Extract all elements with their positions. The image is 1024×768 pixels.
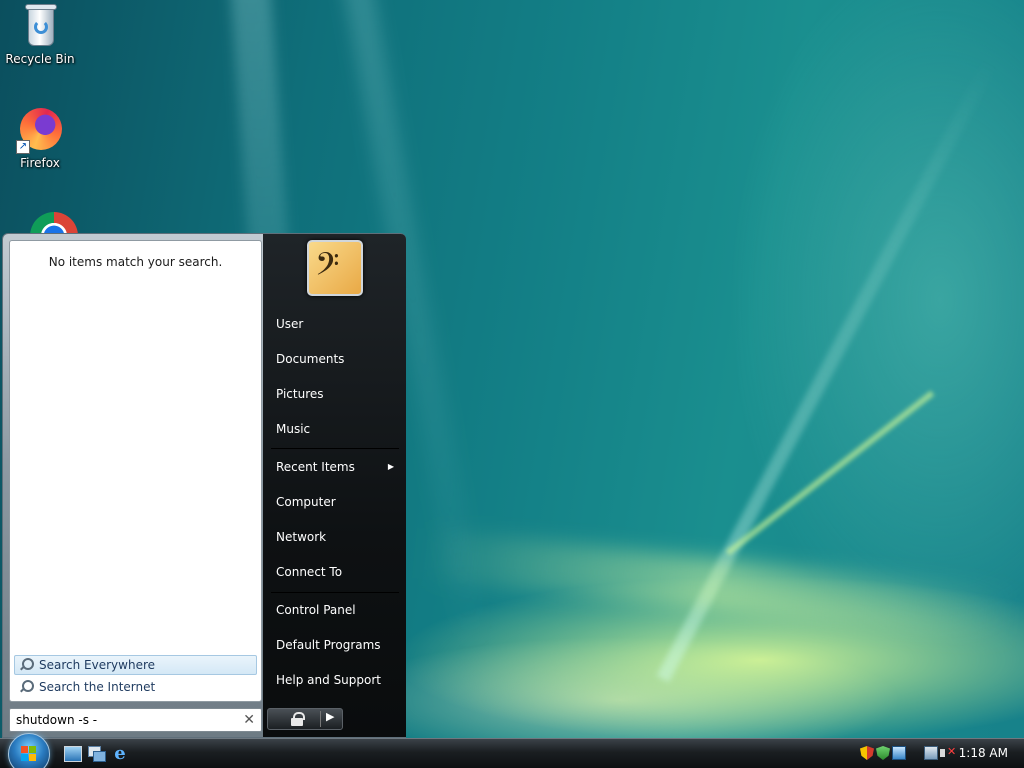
firefox-icon: ↗ [16, 106, 64, 154]
user-picture: 𝄢 [307, 240, 363, 296]
magnifier-icon [19, 680, 34, 694]
lock-button[interactable] [290, 712, 305, 726]
search-everywhere-link[interactable]: Search Everywhere [14, 655, 257, 675]
search-link-label: Search the Internet [39, 680, 156, 694]
menu-item-label: Recent Items [276, 460, 355, 474]
shutdown-options-arrow-button[interactable]: ▶ [326, 710, 334, 723]
desktop-icon-label: Firefox [20, 156, 60, 170]
menu-item-label: Network [276, 530, 327, 544]
menu-item-label: Control Panel [276, 603, 356, 617]
menu-item-label: Documents [276, 352, 345, 366]
volume-muted-icon[interactable] [940, 745, 956, 760]
menu-item-network[interactable]: Network [263, 522, 406, 552]
internet-explorer-icon[interactable]: e [111, 745, 129, 763]
menu-item-label: User [276, 317, 304, 331]
security-alert-icon[interactable] [860, 746, 874, 760]
no-results-message: No items match your search. [48, 255, 223, 269]
windows-logo-icon [21, 746, 37, 762]
desktop-icon-firefox[interactable]: ↗ Firefox [0, 106, 80, 170]
submenu-arrow-icon: ▶ [387, 462, 394, 471]
menu-item-recent-items[interactable]: Recent Items ▶ [263, 452, 406, 482]
menu-item-control-panel[interactable]: Control Panel [263, 595, 406, 625]
start-search-box[interactable]: ✕ [9, 708, 262, 732]
shortcut-arrow-icon: ↗ [16, 140, 30, 154]
desktop-icon-recycle-bin[interactable]: Recycle Bin [0, 2, 80, 66]
menu-item-connect-to[interactable]: Connect To [263, 557, 406, 587]
power-buttons: ▶ [267, 708, 343, 730]
wallpaper-streak [725, 390, 935, 556]
button-divider [320, 711, 321, 727]
start-menu-results-pane: No items match your search. Search Every… [9, 240, 262, 702]
desktop-icon-label: Recycle Bin [5, 52, 75, 66]
search-links: Search Everywhere Search the Internet [14, 653, 257, 697]
network-icon[interactable] [924, 746, 938, 760]
search-link-label: Search Everywhere [39, 658, 155, 672]
wallpaper-streak [656, 57, 998, 683]
bass-clef-icon: 𝄢 [315, 246, 340, 290]
menu-item-user[interactable]: User [263, 309, 406, 339]
start-search-input[interactable] [10, 709, 230, 731]
windows-update-icon[interactable] [892, 746, 906, 760]
magnifier-icon [19, 658, 34, 672]
system-tray: 1:18 AM [854, 739, 1024, 768]
search-internet-link[interactable]: Search the Internet [14, 677, 257, 697]
menu-separator [271, 448, 399, 449]
menu-item-label: Music [276, 422, 311, 436]
menu-item-pictures[interactable]: Pictures [263, 379, 406, 409]
start-button[interactable] [8, 733, 50, 768]
recycle-bin-icon [16, 2, 64, 50]
taskbar: e 1:18 AM [0, 733, 1024, 768]
menu-item-label: Connect To [276, 565, 343, 579]
menu-separator [271, 592, 399, 593]
wallpaper-streak [419, 528, 1021, 642]
clear-search-icon[interactable]: ✕ [243, 712, 255, 728]
menu-item-help-and-support[interactable]: Help and Support [263, 665, 406, 695]
windows-security-icon[interactable] [876, 746, 890, 760]
start-menu: No items match your search. Search Every… [2, 233, 406, 738]
menu-item-label: Default Programs [276, 638, 381, 652]
menu-item-music[interactable]: Music [263, 414, 406, 444]
menu-item-label: Help and Support [276, 673, 381, 687]
show-desktop-icon[interactable] [64, 746, 82, 762]
menu-item-documents[interactable]: Documents [263, 344, 406, 374]
switch-windows-icon[interactable] [88, 746, 106, 762]
menu-item-label: Computer [276, 495, 336, 509]
menu-item-default-programs[interactable]: Default Programs [263, 630, 406, 660]
clock[interactable]: 1:18 AM [959, 739, 1008, 768]
start-menu-places-pane: 𝄢 User Documents Pictures Music Recent I… [263, 234, 406, 737]
menu-item-computer[interactable]: Computer [263, 487, 406, 517]
menu-item-label: Pictures [276, 387, 324, 401]
